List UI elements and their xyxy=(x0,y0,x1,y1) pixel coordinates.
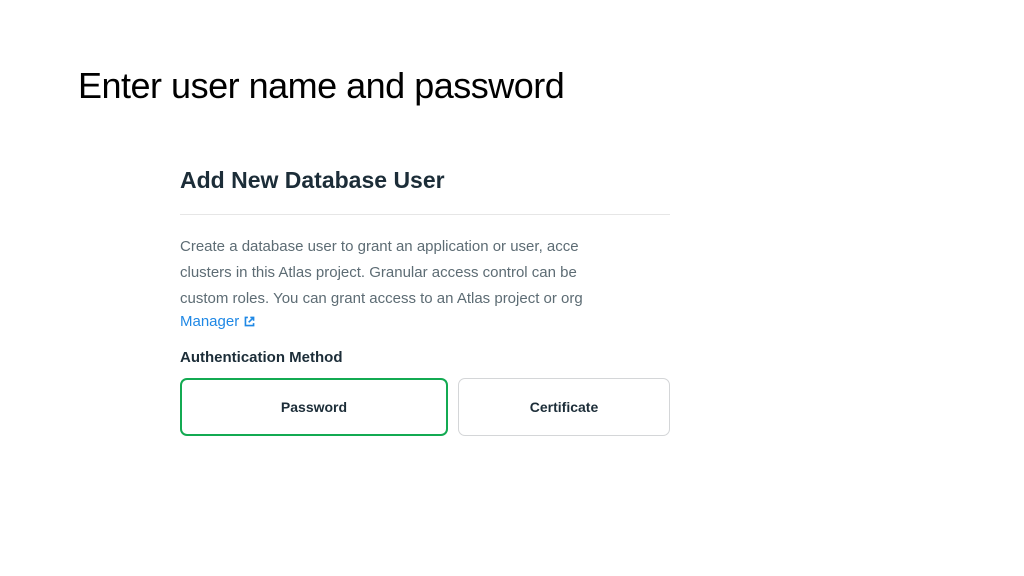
slide-title: Enter user name and password xyxy=(0,0,1024,107)
auth-method-label: Authentication Method xyxy=(180,349,670,366)
description-line: Create a database user to grant an appli… xyxy=(180,235,670,259)
external-link-icon xyxy=(243,315,256,328)
auth-method-row: Password Certificate xyxy=(180,378,670,436)
auth-method-certificate[interactable]: Certificate xyxy=(458,378,670,436)
description-line: custom roles. You can grant access to an… xyxy=(180,287,670,311)
description-line: clusters in this Atlas project. Granular… xyxy=(180,261,670,285)
manager-link[interactable]: Manager xyxy=(180,313,256,330)
panel-heading: Add New Database User xyxy=(180,167,670,194)
add-user-panel: Add New Database User Create a database … xyxy=(180,167,670,436)
manager-link-label: Manager xyxy=(180,313,239,330)
auth-method-password[interactable]: Password xyxy=(180,378,448,436)
divider xyxy=(180,214,670,215)
